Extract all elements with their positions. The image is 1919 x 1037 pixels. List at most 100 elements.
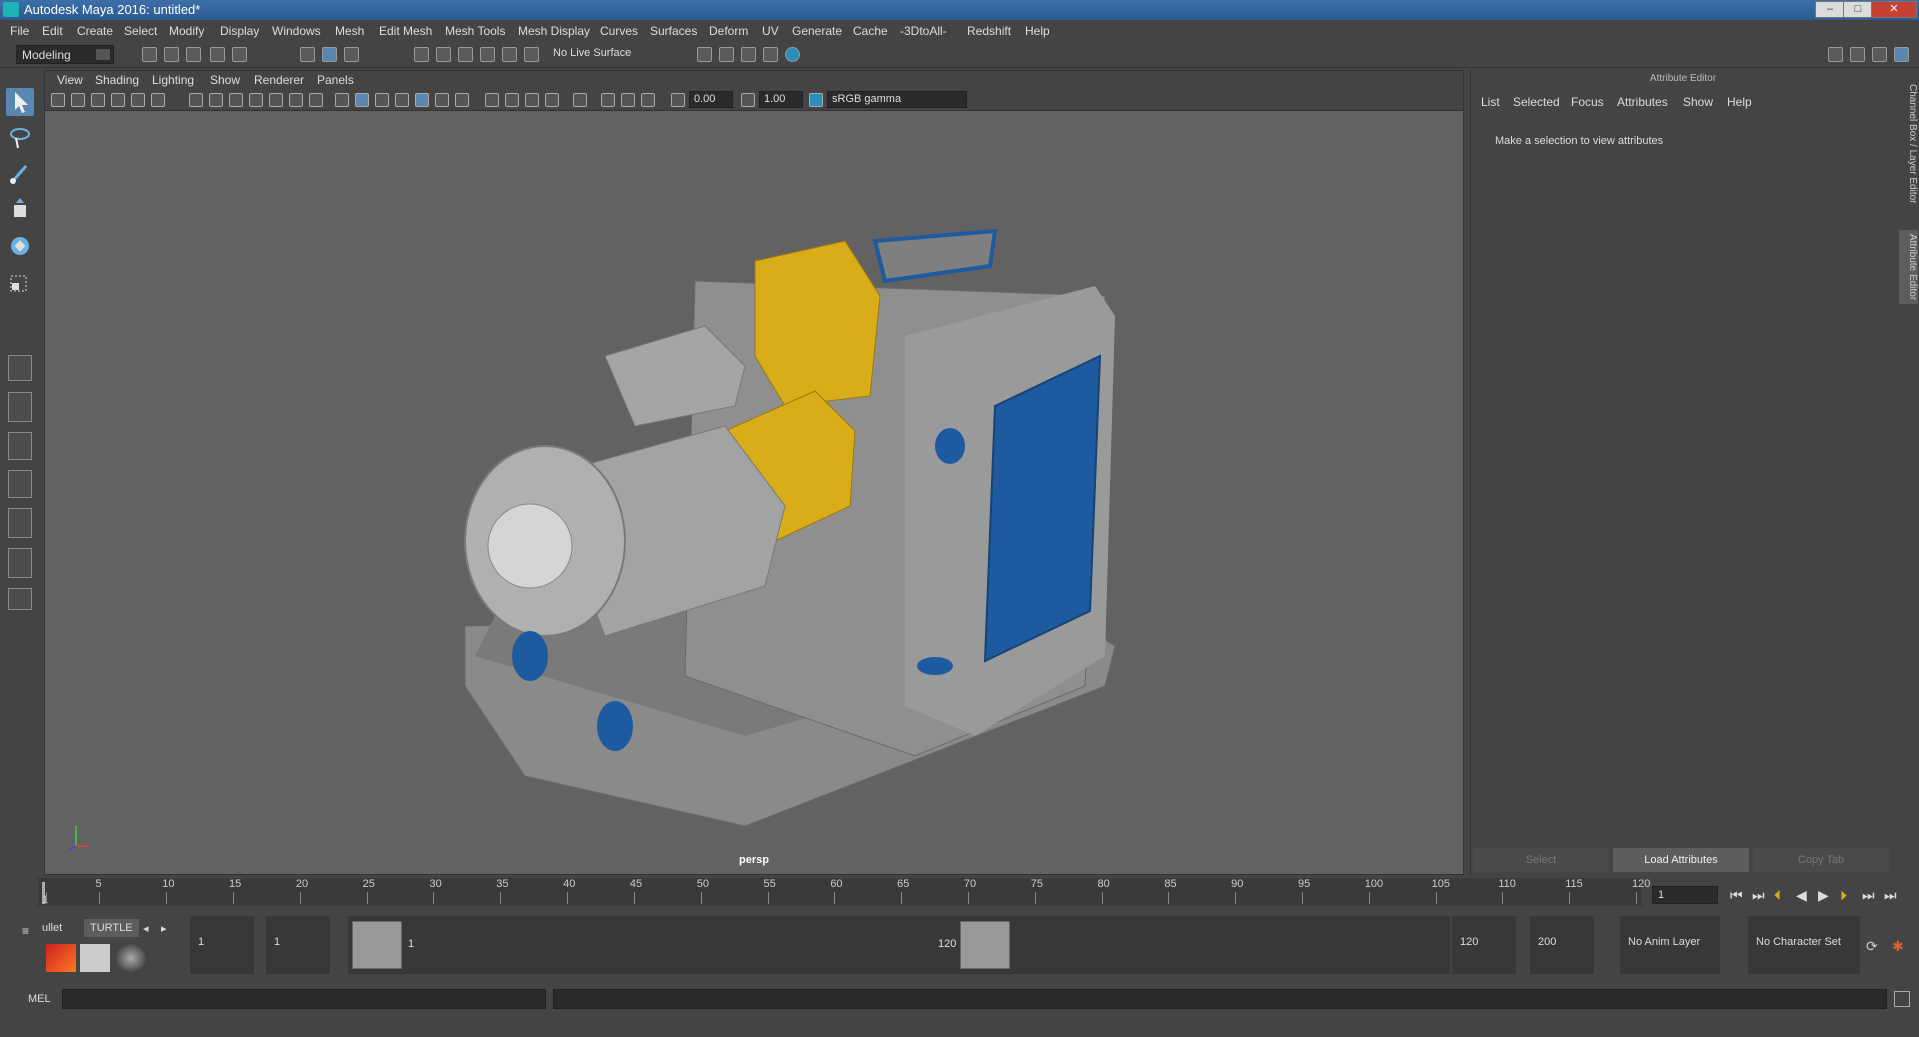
ae-menu-show[interactable]: Show — [1683, 95, 1713, 109]
view-transform-dropdown[interactable]: sRGB gamma — [827, 91, 967, 108]
camera-attributes-icon[interactable] — [71, 93, 85, 107]
use-all-lights-icon[interactable] — [435, 93, 449, 107]
viewport-menu-lighting[interactable]: Lighting — [152, 73, 194, 87]
render-settings-icon[interactable] — [697, 47, 712, 62]
wireframe-icon[interactable] — [335, 93, 349, 107]
move-tool-button[interactable] — [6, 196, 34, 224]
ipr-render-icon[interactable] — [741, 47, 756, 62]
menu-uv[interactable]: UV — [762, 24, 779, 38]
menu-mesh[interactable]: Mesh — [335, 24, 364, 38]
step-back-frame-icon[interactable]: ⏴ — [1774, 887, 1781, 904]
ae-menu-attributes[interactable]: Attributes — [1617, 95, 1668, 109]
load-attributes-button[interactable]: Load Attributes — [1613, 848, 1749, 872]
safe-action-icon[interactable] — [289, 93, 303, 107]
playback-start-field[interactable]: 1 — [266, 916, 330, 974]
copy-tab-button[interactable]: Copy Tab — [1753, 848, 1889, 872]
shelf-scroll-left-icon[interactable]: ◂ — [143, 922, 149, 935]
2d-pan-zoom-icon[interactable] — [131, 93, 145, 107]
menu-edit-mesh[interactable]: Edit Mesh — [379, 24, 432, 38]
command-input[interactable] — [62, 989, 546, 1009]
step-back-key-icon[interactable]: ⏭ — [1752, 887, 1765, 904]
script-editor-icon[interactable] — [1894, 991, 1910, 1007]
field-chart-icon[interactable] — [269, 93, 283, 107]
magnet-icon[interactable] — [524, 47, 539, 62]
minimize-button[interactable]: – — [1815, 1, 1845, 18]
menu-edit[interactable]: Edit — [42, 24, 63, 38]
persp-hypershade-layout-icon[interactable] — [8, 508, 32, 538]
ae-menu-selected[interactable]: Selected — [1513, 95, 1560, 109]
menu-curves[interactable]: Curves — [600, 24, 638, 38]
shelf-menu-icon[interactable]: ≡ — [22, 924, 29, 938]
modeling-toolkit-icon[interactable] — [1828, 47, 1843, 62]
snap-view-icon[interactable] — [480, 47, 495, 62]
open-scene-icon[interactable] — [164, 47, 179, 62]
range-end-handle[interactable] — [960, 921, 1010, 969]
snap-surface-icon[interactable] — [502, 47, 517, 62]
undo-icon[interactable] — [210, 47, 225, 62]
menu-file[interactable]: File — [10, 24, 29, 38]
menu-mesh-display[interactable]: Mesh Display — [518, 24, 590, 38]
menu-deform[interactable]: Deform — [709, 24, 748, 38]
viewport-menu-renderer[interactable]: Renderer — [254, 73, 304, 87]
render-view-icon[interactable] — [763, 47, 778, 62]
shelf-tab-bullet[interactable]: ullet — [42, 922, 62, 934]
snap-point-icon[interactable] — [458, 47, 473, 62]
turtle-shader-icon[interactable] — [116, 944, 146, 972]
menu-display[interactable]: Display — [220, 24, 259, 38]
perspective-viewport[interactable]: View Shading Lighting Show Renderer Pane… — [44, 70, 1464, 875]
textured-icon[interactable] — [415, 93, 429, 107]
camera-icon[interactable] — [51, 93, 65, 107]
viewport-menu-panels[interactable]: Panels — [317, 73, 354, 87]
wireframe-on-shaded-icon[interactable] — [395, 93, 409, 107]
grid-icon[interactable] — [189, 93, 203, 107]
menu-generate[interactable]: Generate — [792, 24, 842, 38]
live-surface-field[interactable]: No Live Surface — [553, 47, 631, 59]
play-forwards-icon[interactable]: ▶ — [1818, 887, 1829, 904]
anti-aliasing-icon[interactable] — [525, 93, 539, 107]
menu-create[interactable]: Create — [77, 24, 113, 38]
ae-menu-focus[interactable]: Focus — [1571, 95, 1604, 109]
tab-attribute-editor[interactable]: Attribute Editor — [1899, 230, 1918, 305]
persp-outliner-layout-icon[interactable] — [8, 432, 32, 460]
persp-graph-layout-icon[interactable] — [8, 470, 32, 498]
viewport-menu-show[interactable]: Show — [210, 73, 240, 87]
turtle-bake-icon[interactable] — [80, 944, 110, 972]
animation-end-field[interactable]: 200 — [1530, 916, 1594, 974]
image-plane-icon[interactable] — [111, 93, 125, 107]
x-ray-joints-icon[interactable] — [641, 93, 655, 107]
menu-redshift[interactable]: Redshift — [967, 24, 1011, 38]
menu-mesh-tools[interactable]: Mesh Tools — [445, 24, 505, 38]
channel-box-toggle-icon[interactable] — [1894, 47, 1909, 62]
turtle-render-icon[interactable] — [46, 944, 76, 972]
motion-blur-icon[interactable] — [505, 93, 519, 107]
isolate-select-icon[interactable] — [573, 93, 587, 107]
snap-grid-icon[interactable] — [414, 47, 429, 62]
close-button[interactable]: ✕ — [1871, 1, 1917, 18]
x-ray-icon[interactable] — [601, 93, 615, 107]
character-set-dropdown[interactable]: No Character Set — [1748, 916, 1860, 974]
viewport-menu-shading[interactable]: Shading — [95, 73, 139, 87]
four-view-layout-icon[interactable] — [8, 392, 32, 422]
menu-select[interactable]: Select — [124, 24, 157, 38]
depth-of-field-icon[interactable] — [545, 93, 559, 107]
layout-options-icon[interactable] — [8, 588, 32, 610]
go-to-start-icon[interactable]: ⏮ — [1730, 887, 1743, 904]
x-ray-active-components-icon[interactable] — [621, 93, 635, 107]
menu-3dtoall[interactable]: -3DtoAll- — [900, 24, 947, 38]
scale-tool-button[interactable] — [6, 268, 34, 296]
range-slider[interactable]: 1 120 — [348, 916, 1450, 974]
gate-mask-icon[interactable] — [249, 93, 263, 107]
playback-end-field[interactable]: 120 — [1452, 916, 1516, 974]
script-language-label[interactable]: MEL — [28, 993, 51, 1005]
smooth-shade-icon[interactable] — [355, 93, 369, 107]
step-forward-frame-icon[interactable]: ⏵ — [1840, 887, 1847, 904]
hypershade-icon[interactable] — [785, 47, 800, 62]
tool-settings-icon[interactable] — [1872, 47, 1887, 62]
ae-menu-list[interactable]: List — [1481, 95, 1500, 109]
go-to-end-icon[interactable]: ⏭ — [1884, 887, 1897, 904]
shadows-icon[interactable] — [455, 93, 469, 107]
snap-curve-icon[interactable] — [436, 47, 451, 62]
screen-space-ambient-occlusion-icon[interactable] — [485, 93, 499, 107]
anim-layer-dropdown[interactable]: No Anim Layer — [1620, 916, 1720, 974]
range-start-handle[interactable] — [352, 921, 402, 969]
